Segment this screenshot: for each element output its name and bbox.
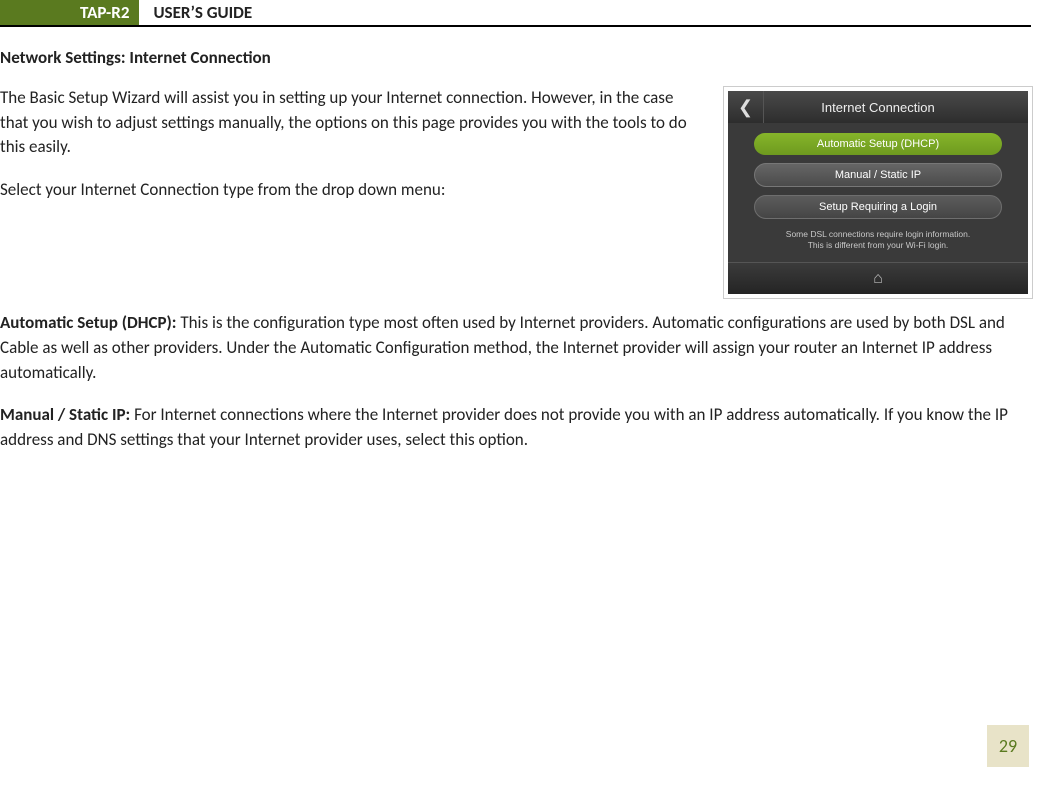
page-content: Network Settings: Internet Connection ❮ …	[0, 47, 1041, 470]
phone-tabbar: ⌂	[728, 262, 1028, 294]
static-label: Manual / Static IP:	[0, 404, 130, 425]
dhcp-label: Automatic Setup (DHCP):	[0, 312, 177, 333]
option-login-button[interactable]: Setup Requiring a Login	[754, 195, 1002, 219]
dhcp-paragraph: Automatic Setup (DHCP): This is the conf…	[0, 311, 1033, 385]
option-static-button[interactable]: Manual / Static IP	[754, 163, 1002, 187]
product-badge: TAP-R2	[0, 0, 139, 25]
static-text: For Internet connections where the Inter…	[0, 404, 1008, 450]
back-icon[interactable]: ❮	[728, 91, 764, 123]
page-number: 29	[987, 725, 1029, 767]
phone-titlebar: ❮ Internet Connection	[728, 91, 1028, 123]
phone-note: Some DSL connections require login infor…	[754, 227, 1002, 256]
home-icon[interactable]: ⌂	[873, 270, 883, 288]
static-paragraph: Manual / Static IP: For Internet connect…	[0, 403, 1033, 452]
header-bar: TAP-R2 USER’S GUIDE	[0, 0, 1031, 27]
option-dhcp-button[interactable]: Automatic Setup (DHCP)	[754, 133, 1002, 155]
section-heading: Network Settings: Internet Connection	[0, 47, 1033, 68]
document-title: USER’S GUIDE	[139, 0, 252, 25]
phone-screen-title: Internet Connection	[764, 100, 1028, 115]
phone-screenshot: ❮ Internet Connection Automatic Setup (D…	[723, 86, 1033, 299]
